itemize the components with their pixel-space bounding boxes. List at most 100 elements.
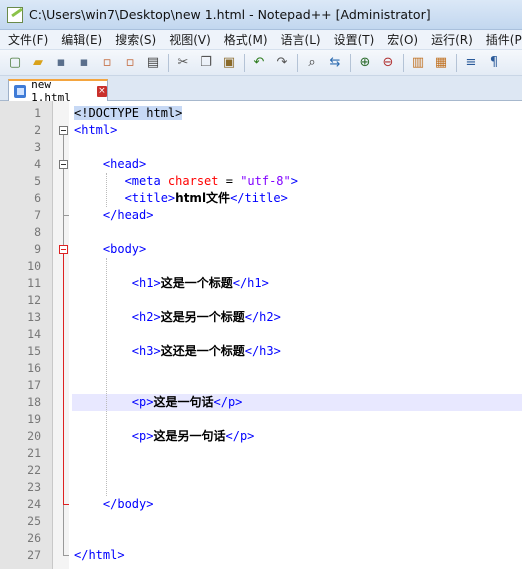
code-line[interactable]: 19 [0,411,522,428]
line-number: 23 [27,480,41,494]
menu-item-6[interactable]: 设置(T) [334,31,375,48]
syntax-token-text: html文件 [175,191,231,205]
new-file-icon[interactable]: ▢ [6,54,24,72]
code-line[interactable]: 25 [0,513,522,530]
toolbar-separator [168,53,169,72]
code-line[interactable]: 9 <body> [0,241,522,258]
find-icon[interactable]: ⌕ [303,54,321,72]
line-code: </head> [74,207,154,224]
code-line[interactable]: 3 [0,139,522,156]
code-editor[interactable]: 1 <!DOCTYPE html> 2 <html> 3 4 <head> 5 <meta … [0,101,522,569]
fold-toggle-icon[interactable] [59,245,68,254]
paste-icon[interactable]: ▣ [220,54,238,72]
fold-range-end [63,555,69,556]
tab-close-icon[interactable]: × [96,85,107,97]
syntax-token-attr: charset [167,174,219,188]
notepadpp-app-icon[interactable] [7,6,23,23]
code-line[interactable]: 26 [0,530,522,547]
fold-toggle-icon[interactable] [59,126,68,135]
syntax-token-tag: </body> [74,497,154,511]
show-all-chars-icon[interactable]: ¶ [485,54,503,72]
zoom-in-icon[interactable]: ⊕ [356,54,374,72]
word-wrap-icon[interactable]: ≡ [462,54,480,72]
code-line[interactable]: 6 <title>html文件</title> [0,190,522,207]
line-number: 14 [27,327,41,341]
zoom-out-icon[interactable]: ⊖ [379,54,397,72]
syntax-token-tag: </html> [74,548,125,562]
line-code: <!DOCTYPE html> [74,105,183,122]
code-line[interactable]: 27 </html> [0,547,522,564]
replace-icon[interactable]: ⇆ [326,54,344,72]
code-line[interactable]: 5 <meta charset = "utf-8"> [0,173,522,190]
line-code: </body> [74,496,154,513]
code-line[interactable]: 17 [0,377,522,394]
save-icon[interactable]: ▪ [52,54,70,72]
menu-item-7[interactable]: 宏(O) [387,31,418,48]
syntax-token-tag: <h2> [74,310,161,324]
toolbar-separator [297,53,298,72]
open-file-icon[interactable]: ▰ [29,54,47,72]
code-line[interactable]: 15 <h3>这还是一个标题</h3> [0,343,522,360]
print-icon[interactable]: ▤ [144,54,162,72]
tab-bar: new 1.html × [0,76,522,104]
line-code: <html> [74,122,117,139]
line-number: 4 [34,157,41,171]
line-number: 5 [34,174,41,188]
line-number: 27 [27,548,41,562]
line-number: 12 [27,293,41,307]
code-line[interactable]: 24 </body> [0,496,522,513]
menu-item-4[interactable]: 格式(M) [224,31,268,48]
syntax-token-doctype: <!DOCTYPE html> [74,106,183,120]
line-number: 1 [34,106,41,120]
line-number: 3 [34,140,41,154]
undo-icon[interactable]: ↶ [250,54,268,72]
copy-icon[interactable]: ❐ [197,54,215,72]
code-line[interactable]: 11 <h1>这是一个标题</h1> [0,275,522,292]
code-line[interactable]: 21 [0,445,522,462]
indent-guide [106,173,107,207]
code-line[interactable]: 23 [0,479,522,496]
close-icon[interactable]: ▫ [98,54,116,72]
code-line[interactable]: 22 [0,462,522,479]
redo-icon[interactable]: ↷ [273,54,291,72]
line-number: 16 [27,361,41,375]
code-line[interactable]: 16 [0,360,522,377]
line-code: <meta charset = "utf-8"> [74,173,298,190]
code-line[interactable]: 10 [0,258,522,275]
syntax-token-plain: = [218,174,241,188]
menu-item-5[interactable]: 语言(L) [281,31,321,48]
indent-guide [106,258,107,496]
syntax-token-tag: <body> [74,242,147,256]
code-line[interactable]: 14 [0,326,522,343]
code-line[interactable]: 8 [0,224,522,241]
fold-range-end [63,504,69,505]
code-line[interactable]: 1 <!DOCTYPE html> [0,105,522,122]
code-line[interactable]: 20 <p>这是另一句话</p> [0,428,522,445]
toolbar-separator [456,53,457,72]
window-title: C:\Users\win7\Desktop\new 1.html - Notep… [29,7,431,22]
menu-item-0[interactable]: 文件(F) [8,31,48,48]
code-line[interactable]: 12 [0,292,522,309]
code-line[interactable]: 4 <head> [0,156,522,173]
menu-item-9[interactable]: 插件(P) [486,31,522,48]
code-line[interactable]: 13 <h2>这是另一个标题</h2> [0,309,522,326]
syntax-token-tag: <meta [74,174,168,188]
cut-icon[interactable]: ✂ [174,54,192,72]
close-all-icon[interactable]: ▫ [121,54,139,72]
sync-vertical-icon[interactable]: ▥ [409,54,427,72]
menu-bar: 文件(F) 编辑(E) 搜索(S) 视图(V) 格式(M) 语言(L) 设置(T) 宏(O) 运… [0,30,522,50]
code-line[interactable]: 2 <html> [0,122,522,139]
tab-new-1-html[interactable]: new 1.html × [8,78,108,104]
toolbar-separator [244,53,245,72]
menu-item-8[interactable]: 运行(R) [431,31,473,48]
menu-item-2[interactable]: 搜索(S) [115,31,156,48]
menu-item-3[interactable]: 视图(V) [169,31,211,48]
menu-item-1[interactable]: 编辑(E) [61,31,102,48]
code-line[interactable]: 7 </head> [0,207,522,224]
fold-toggle-icon[interactable] [59,160,68,169]
sync-horizontal-icon[interactable]: ▦ [432,54,450,72]
code-line[interactable]: 18 <p>这是一句话</p> [0,394,522,411]
save-all-icon[interactable]: ▪ [75,54,93,72]
line-number: 9 [34,242,41,256]
line-code: <p>这是另一句话</p> [74,428,255,445]
